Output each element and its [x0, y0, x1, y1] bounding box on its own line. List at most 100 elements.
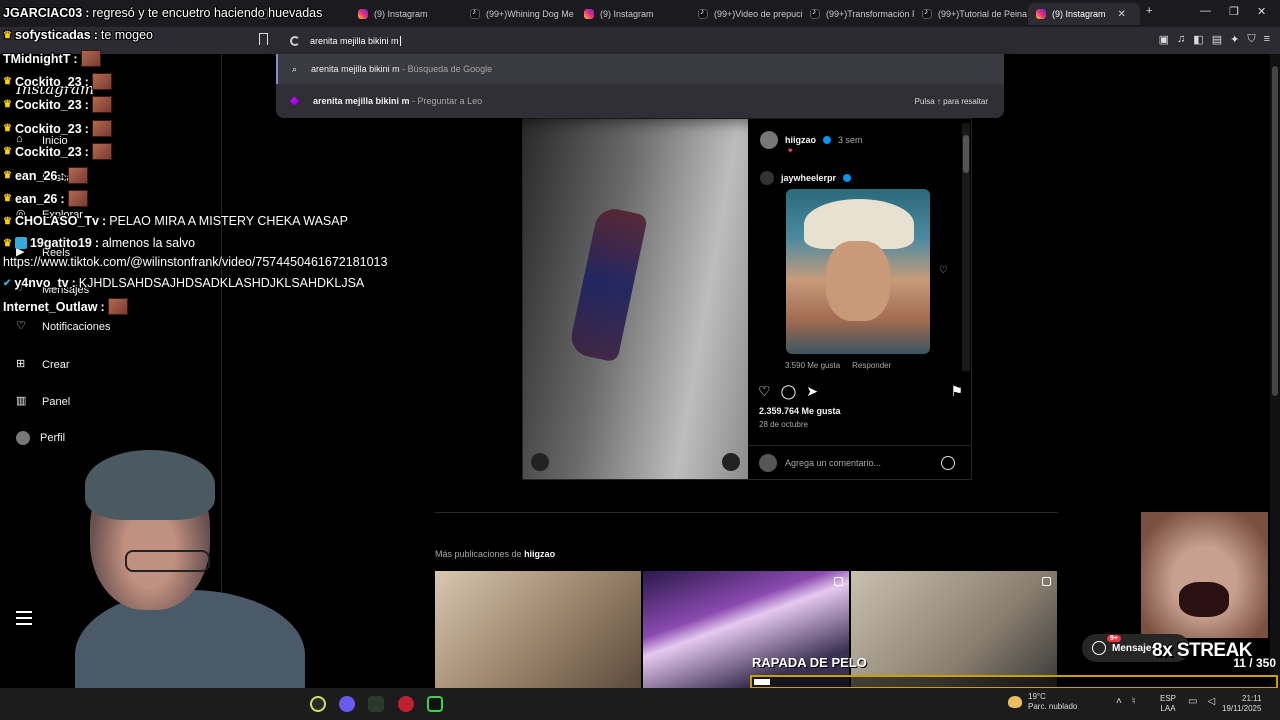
more-post-thumbnail[interactable] [435, 571, 641, 688]
my-avatar [759, 453, 777, 472]
share-icon[interactable]: ➤ [806, 383, 818, 400]
check-badge-icon: ✔ [3, 277, 12, 289]
scroll-thumb[interactable] [963, 135, 969, 173]
restore-icon[interactable]: ❐ [1229, 5, 1239, 18]
author-avatar[interactable] [760, 131, 778, 149]
new-tab-button[interactable]: + [1146, 5, 1152, 17]
taskbar-app-icon[interactable] [310, 696, 326, 712]
clock[interactable]: 21:11 19/11/2025 [1222, 694, 1261, 714]
shared-author[interactable]: jaywheelerpr [760, 171, 852, 185]
obs-icon[interactable] [398, 696, 414, 712]
browser-tab[interactable]: (99+)Tutorial de Peina [914, 3, 1028, 25]
weather-icon [1008, 695, 1022, 708]
post-details: hiigzao 3 sem ♥ jaywheelerpr ♡ 3.590 Me … [748, 119, 971, 479]
browser-tab[interactable]: (99+)Transformación F [802, 3, 914, 25]
comment-input[interactable]: Agrega un comentario... [785, 458, 881, 468]
suggestion-google[interactable]: ⌕ arenita mejilla bikini m - Búsqueda de… [276, 54, 1004, 84]
instagram-icon [584, 9, 594, 19]
highlight-hint: Pulsa ↑ para resaltar [914, 96, 988, 106]
browser-tab[interactable]: (9) Instagram [576, 3, 690, 25]
emote-overlay [1141, 512, 1268, 638]
heart-icon: ♡ [16, 320, 26, 332]
close-tab-icon[interactable]: ✕ [1118, 9, 1126, 20]
like-count[interactable]: 2.359.764 Me gusta [759, 406, 841, 416]
nav-notifications[interactable]: ♡ Notificaciones [16, 319, 110, 335]
emoji-icon[interactable] [941, 455, 955, 470]
emote-icon [67, 190, 88, 207]
plus-square-icon: ⊞ [16, 358, 26, 370]
crown-icon: ♛ [3, 146, 12, 157]
nav-dashboard[interactable]: ▥ Panel [16, 394, 70, 410]
save-icon[interactable]: ⚑ [950, 383, 963, 400]
address-bar[interactable]: arenita mejilla bikini m [282, 31, 1002, 50]
emote-icon [91, 143, 112, 160]
dashboard-icon: ▥ [16, 395, 27, 407]
screenshot-icon[interactable]: ▣ [1159, 33, 1169, 46]
language-indicator[interactable]: ESP LAA [1160, 694, 1176, 714]
chat-line: ♛ Cockito_23: [3, 96, 112, 113]
bookmark-icon[interactable] [259, 33, 268, 45]
nav-create[interactable]: ⊞ Crear [16, 357, 70, 373]
sidebar-icon[interactable]: ◧ [1193, 33, 1203, 46]
post-author[interactable]: hiigzao 3 sem [760, 131, 863, 149]
post-video[interactable] [523, 119, 748, 479]
browser-tab-active[interactable]: (9) Instagram ✕ [1028, 3, 1140, 25]
media-icon[interactable]: ♫ [1177, 33, 1185, 46]
menu-icon[interactable]: ≡ [1264, 33, 1270, 46]
crown-icon: ♛ [3, 76, 12, 87]
goal-count: 11 / 350 [1233, 656, 1276, 670]
close-window-icon[interactable]: ✕ [1257, 5, 1266, 18]
shield-icon[interactable]: ⛉ [1247, 33, 1255, 46]
reply-link[interactable]: Responder [852, 361, 891, 370]
like-comment-icon[interactable]: ♡ [939, 265, 948, 276]
wallet-icon[interactable]: ▤ [1212, 33, 1222, 46]
comments-scrollbar[interactable] [962, 123, 970, 371]
hamburger-menu-icon[interactable] [16, 611, 32, 625]
webcam-glasses [125, 550, 210, 572]
volume-icon[interactable]: ◁ [1207, 696, 1215, 707]
page-scroll-thumb[interactable] [1272, 66, 1278, 396]
tiktok-icon [922, 7, 932, 19]
microphone-icon[interactable]: ♮ [1132, 696, 1136, 707]
profile-avatar [16, 431, 30, 445]
shared-avatar[interactable] [760, 171, 774, 185]
tiktok-icon [470, 7, 480, 19]
mute-icon[interactable] [722, 453, 740, 471]
emote-icon [91, 96, 112, 113]
goal-label: RAPADA DE PELO [752, 655, 867, 670]
nav-profile[interactable]: Perfil [16, 431, 65, 445]
chat-line: ♛ Cockito_23: [3, 120, 112, 137]
crown-icon: ♛ [3, 215, 12, 227]
browser-tab[interactable]: (99+)Video de prepuci [690, 3, 802, 25]
shared-image[interactable] [786, 189, 930, 354]
video-figure [567, 205, 649, 363]
page-scrollbar[interactable] [1270, 54, 1280, 688]
chat-line: TMidnightT: [3, 50, 101, 67]
emote-icon [91, 120, 112, 137]
taskbar-app-icon[interactable] [427, 696, 443, 712]
instagram-icon [1036, 9, 1046, 19]
comment-icon[interactable]: ◯ [781, 383, 797, 400]
network-icon[interactable]: ▭ [1188, 696, 1197, 707]
chat-line: Internet_Outlaw: [3, 298, 128, 315]
crown-icon: ♛ [3, 99, 12, 110]
discord-icon[interactable] [339, 696, 355, 712]
tiktok-icon [698, 7, 708, 19]
browser-tab[interactable]: (99+)Whining Dog Me [462, 3, 576, 25]
taskbar [0, 688, 1280, 720]
chevron-up-icon[interactable]: ˄ [1116, 696, 1122, 707]
like-icon[interactable]: ♡ [758, 383, 771, 400]
divider [435, 512, 1058, 513]
messenger-icon: 9+ [1092, 635, 1121, 655]
leo-icon[interactable]: ✦ [1230, 33, 1239, 46]
user-tag-icon[interactable] [531, 453, 549, 471]
crown-icon: ♛ [3, 237, 12, 249]
address-input[interactable]: arenita mejilla bikini m [310, 36, 399, 46]
taskbar-app-icon[interactable] [368, 696, 384, 712]
browser-tab[interactable]: (9) Instagram [350, 3, 462, 25]
weather-widget[interactable]: 19°C Parc. nublado [1008, 692, 1077, 711]
suggestion-leo[interactable]: arenita mejilla bikini m - Preguntar a L… [276, 86, 1004, 116]
toolbar-icons: ▣ ♫ ◧ ▤ ✦ ⛉ ≡ [1159, 33, 1270, 46]
minimize-icon[interactable]: — [1200, 5, 1211, 17]
verified-icon [843, 174, 852, 182]
